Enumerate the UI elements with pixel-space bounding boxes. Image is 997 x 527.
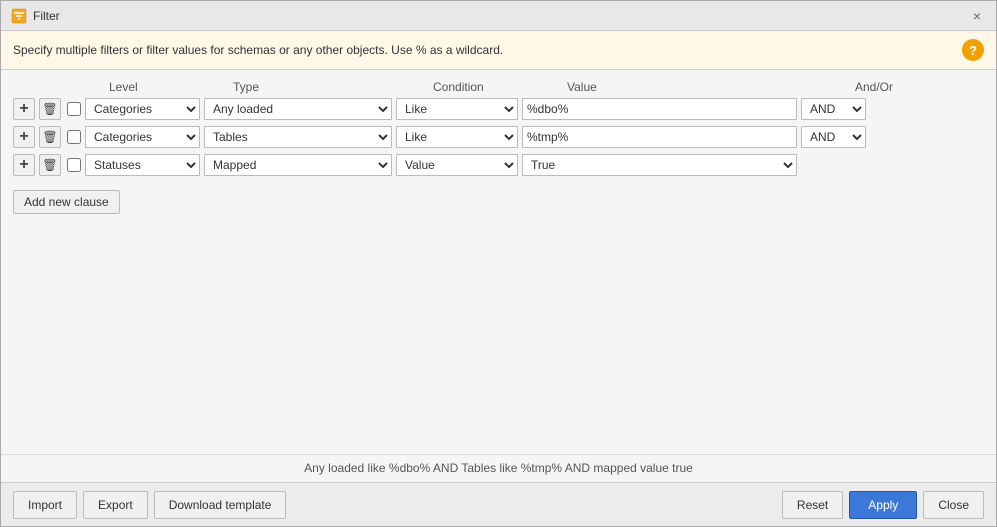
type-select[interactable]: Any loaded Tables Views Schemas	[204, 98, 392, 120]
footer-right: Reset Apply Close	[782, 491, 984, 519]
col-header-value: Value	[567, 80, 851, 94]
apply-button[interactable]: Apply	[849, 491, 917, 519]
level-select[interactable]: Categories Statuses Tags	[85, 126, 200, 148]
condition-select[interactable]: Like Not Like Equals	[396, 98, 518, 120]
export-button[interactable]: Export	[83, 491, 148, 519]
filter-row: + 🗑 Categories Statuses Tags Any loaded …	[13, 98, 984, 120]
close-button[interactable]: Close	[923, 491, 984, 519]
plus-icon: +	[19, 100, 28, 118]
trash-icon: 🗑	[42, 102, 57, 116]
col-header-type: Type	[233, 80, 429, 94]
filter-row: + 🗑 Categories Statuses Tags Any loaded …	[13, 154, 984, 176]
column-headers: Level Type Condition Value And/Or	[109, 80, 984, 98]
trash-icon: 🗑	[42, 158, 57, 172]
window-title: Filter	[33, 9, 60, 23]
col-header-level: Level	[109, 80, 229, 94]
plus-icon: +	[19, 156, 28, 174]
add-row-button[interactable]: +	[13, 154, 35, 176]
value-input[interactable]	[522, 98, 797, 120]
value-select[interactable]: True False	[522, 154, 797, 176]
add-row-button[interactable]: +	[13, 98, 35, 120]
window-close-button[interactable]: ×	[968, 7, 986, 25]
delete-row-button[interactable]: 🗑	[39, 98, 61, 120]
delete-row-button[interactable]: 🗑	[39, 126, 61, 148]
row-checkbox[interactable]	[67, 102, 81, 116]
condition-select[interactable]: Like Not Like Equals Value	[396, 154, 518, 176]
footer-left: Import Export Download template	[13, 491, 286, 519]
and-or-select[interactable]: AND OR	[801, 126, 866, 148]
trash-icon: 🗑	[42, 130, 57, 144]
add-clause-button[interactable]: Add new clause	[13, 190, 120, 214]
info-text: Specify multiple filters or filter value…	[13, 43, 503, 57]
help-button[interactable]: ?	[962, 39, 984, 61]
col-header-condition: Condition	[433, 80, 563, 94]
main-content: Level Type Condition Value And/Or + 🗑 Ca…	[1, 70, 996, 454]
condition-select[interactable]: Like Not Like Equals	[396, 126, 518, 148]
status-text: Any loaded like %dbo% AND Tables like %t…	[304, 461, 693, 475]
footer: Import Export Download template Reset Ap…	[1, 482, 996, 526]
delete-row-button[interactable]: 🗑	[39, 154, 61, 176]
status-bar: Any loaded like %dbo% AND Tables like %t…	[1, 454, 996, 482]
info-bar: Specify multiple filters or filter value…	[1, 31, 996, 70]
type-select[interactable]: Any loaded Tables Views Schemas	[204, 126, 392, 148]
add-row-button[interactable]: +	[13, 126, 35, 148]
row-checkbox[interactable]	[67, 130, 81, 144]
col-header-andor: And/Or	[855, 80, 984, 94]
and-or-select[interactable]: AND OR	[801, 98, 866, 120]
import-button[interactable]: Import	[13, 491, 77, 519]
title-bar-left: Filter	[11, 8, 60, 24]
filter-icon	[11, 8, 27, 24]
title-bar: Filter ×	[1, 1, 996, 31]
row-checkbox[interactable]	[67, 158, 81, 172]
filter-row: + 🗑 Categories Statuses Tags Any loaded …	[13, 126, 984, 148]
type-select[interactable]: Any loaded Tables Mapped	[204, 154, 392, 176]
plus-icon: +	[19, 128, 28, 146]
filter-window: Filter × Specify multiple filters or fil…	[0, 0, 997, 527]
value-input[interactable]	[522, 126, 797, 148]
reset-button[interactable]: Reset	[782, 491, 843, 519]
download-template-button[interactable]: Download template	[154, 491, 287, 519]
level-select[interactable]: Categories Statuses Tags	[85, 154, 200, 176]
level-select[interactable]: Categories Statuses Tags	[85, 98, 200, 120]
